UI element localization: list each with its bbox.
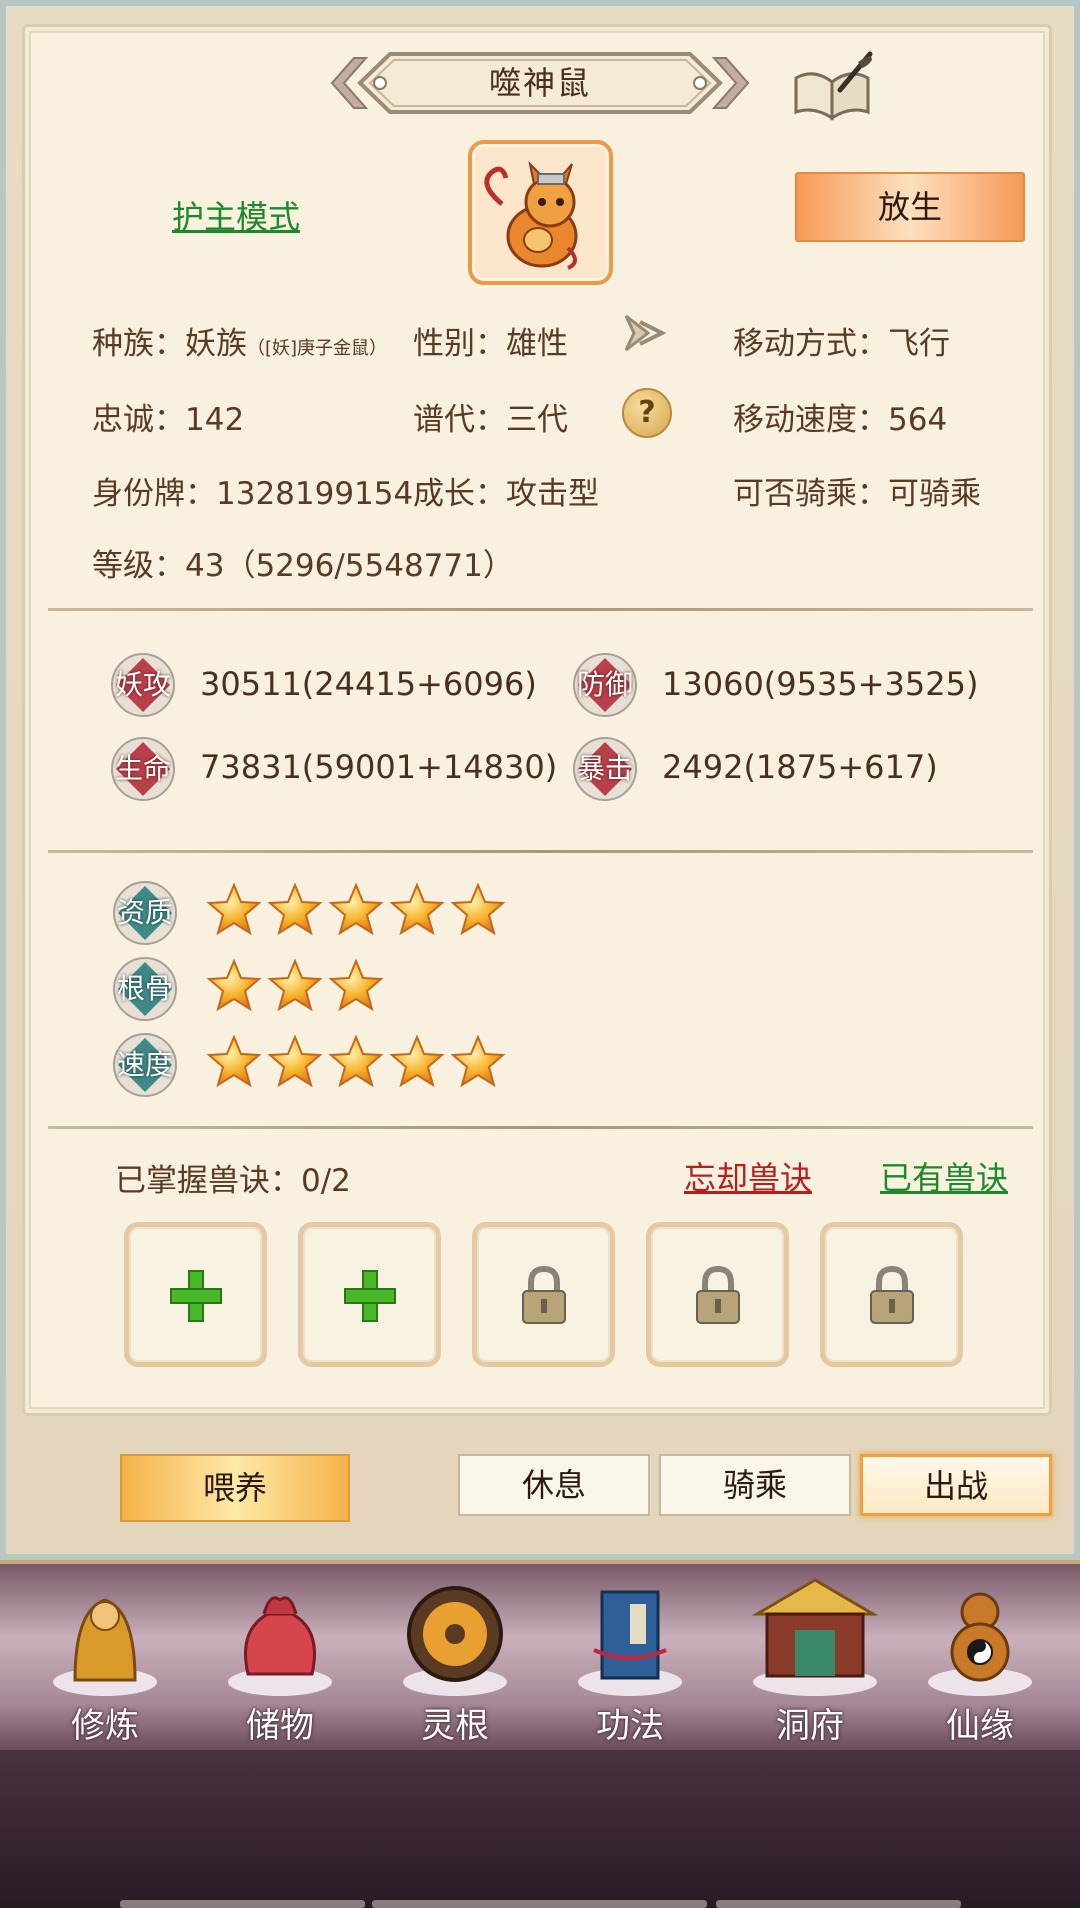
rat-icon xyxy=(484,160,578,270)
stat-label: 暴击 xyxy=(576,752,633,785)
health-value: 73831(59001+14830) xyxy=(200,748,558,786)
arrow-icon[interactable] xyxy=(618,308,668,358)
bone-stars xyxy=(206,958,389,1018)
movement-type-field: 移动方式：飞行 xyxy=(733,326,950,362)
star-icon xyxy=(328,1034,384,1090)
star-icon xyxy=(450,882,506,938)
health-badge: 生命 xyxy=(110,736,176,802)
nav-cultivate[interactable]: 修炼 xyxy=(35,1570,175,1746)
lock-icon xyxy=(522,1265,566,1324)
skill-slot-locked[interactable] xyxy=(646,1222,789,1367)
stat-label: 妖攻 xyxy=(114,668,171,701)
level-field: 等级：43（5296/5548771） xyxy=(92,548,514,584)
move-speed-field: 移动速度：564 xyxy=(733,402,948,438)
nav-cave-dwelling[interactable]: 洞府 xyxy=(735,1570,885,1746)
id-tag-field: 身份牌：1328199154 xyxy=(92,476,414,512)
monk-icon xyxy=(53,1598,157,1696)
lock-icon xyxy=(870,1265,914,1324)
ride-button[interactable]: 骑乘 xyxy=(659,1454,851,1516)
star-icon xyxy=(328,882,384,938)
handbook-icon[interactable] xyxy=(792,50,874,122)
skill-slot-locked[interactable] xyxy=(820,1222,963,1367)
nav-label: 洞府 xyxy=(776,1706,844,1746)
divider xyxy=(48,850,1033,853)
palace-icon xyxy=(751,1578,879,1696)
stat-label: 防御 xyxy=(576,668,633,701)
divider xyxy=(48,1126,1033,1129)
pet-portrait xyxy=(468,140,613,285)
aptitude-stars xyxy=(206,882,511,942)
nav-label: 储物 xyxy=(246,1706,314,1746)
star-icon xyxy=(267,958,323,1014)
nav-techniques[interactable]: 功法 xyxy=(560,1570,700,1746)
mastered-skills-count: 已掌握兽诀：0/2 xyxy=(115,1163,351,1199)
attack-badge: 妖攻 xyxy=(110,652,176,718)
defense-badge: 防御 xyxy=(572,652,638,718)
home-indicator-segment xyxy=(120,1900,365,1908)
feed-button[interactable]: 喂养 xyxy=(120,1454,350,1522)
speed-badge: 速度 xyxy=(112,1032,178,1098)
nav-storage[interactable]: 储物 xyxy=(210,1570,350,1746)
skill-slot-add[interactable] xyxy=(298,1222,441,1367)
home-indicator-segment xyxy=(716,1900,961,1908)
race-field: 种族：妖族（[妖]庚子金鼠） xyxy=(92,318,387,363)
bottom-backdrop xyxy=(0,1750,1080,1908)
loyalty-field: 忠诚：142 xyxy=(92,402,245,438)
star-icon xyxy=(450,1034,506,1090)
plus-icon xyxy=(344,1270,396,1322)
battle-button[interactable]: 出战 xyxy=(860,1454,1052,1516)
speed-stars xyxy=(206,1034,511,1094)
star-icon xyxy=(206,1034,262,1090)
gender-field: 性别：雄性 xyxy=(413,326,568,362)
defense-value: 13060(9535+3525) xyxy=(662,665,979,703)
rideable-field: 可否骑乘：可骑乘 xyxy=(733,476,981,512)
forget-skill-link[interactable]: 忘却兽诀 xyxy=(684,1153,812,1199)
crit-badge: 暴击 xyxy=(572,736,638,802)
attack-value: 30511(24415+6096) xyxy=(200,665,537,703)
divider xyxy=(48,608,1033,611)
owned-skills-link[interactable]: 已有兽诀 xyxy=(880,1153,1008,1199)
bone-badge: 根骨 xyxy=(112,956,178,1022)
star-icon xyxy=(267,1034,323,1090)
spirit-root-icon xyxy=(403,1586,507,1696)
nav-label: 仙缘 xyxy=(946,1706,1014,1746)
attribute-label: 资质 xyxy=(116,896,173,929)
skill-slot-locked[interactable] xyxy=(472,1222,615,1367)
race-subtype: （[妖]庚子金鼠） xyxy=(247,338,388,359)
lock-icon xyxy=(696,1265,740,1324)
home-indicator-segment xyxy=(372,1900,707,1908)
race-text: 种族：妖族 xyxy=(92,326,247,362)
pet-name-plaque: 噬神鼠 xyxy=(330,44,750,122)
star-icon xyxy=(206,958,262,1014)
gourd-icon xyxy=(928,1592,1032,1696)
star-icon xyxy=(328,958,384,1014)
star-icon xyxy=(389,882,445,938)
nav-label: 灵根 xyxy=(421,1706,489,1746)
aptitude-badge: 资质 xyxy=(112,880,178,946)
star-icon xyxy=(389,1034,445,1090)
rest-button[interactable]: 休息 xyxy=(458,1454,650,1516)
generation-field: 谱代：三代 xyxy=(413,402,568,438)
star-icon xyxy=(267,882,323,938)
book-icon xyxy=(578,1590,682,1696)
help-icon[interactable]: ? xyxy=(622,388,672,438)
star-icon xyxy=(206,882,262,938)
plus-icon xyxy=(170,1270,222,1322)
nav-label: 修炼 xyxy=(71,1706,139,1746)
bag-icon xyxy=(228,1596,332,1696)
attribute-label: 根骨 xyxy=(116,972,173,1005)
crit-value: 2492(1875+617) xyxy=(662,748,938,786)
skill-slot-add[interactable] xyxy=(124,1222,267,1367)
growth-field: 成长：攻击型 xyxy=(413,476,599,512)
nav-label: 功法 xyxy=(596,1706,664,1746)
stat-label: 生命 xyxy=(114,752,171,785)
attribute-label: 速度 xyxy=(116,1048,173,1081)
pet-name: 噬神鼠 xyxy=(488,64,591,102)
guard-mode-link[interactable]: 护主模式 xyxy=(172,192,300,238)
nav-spirit-root[interactable]: 灵根 xyxy=(385,1570,525,1746)
nav-immortal-fate[interactable]: 仙缘 xyxy=(910,1570,1050,1746)
release-button[interactable]: 放生 xyxy=(795,172,1025,242)
